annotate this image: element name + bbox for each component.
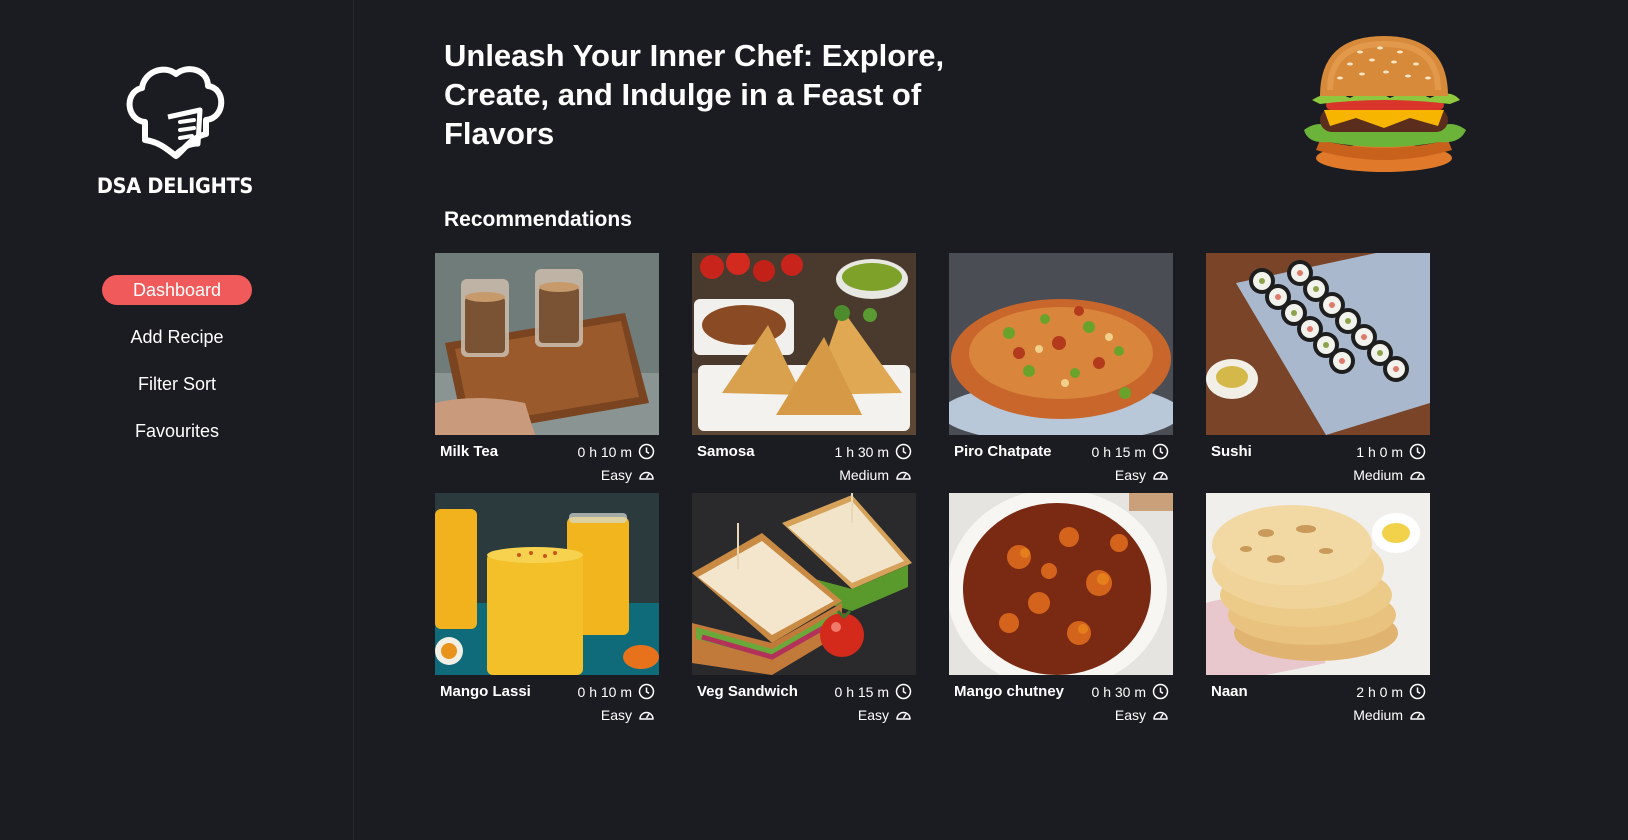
mango-lassi-image (435, 493, 659, 675)
recipe-card-mango-chutney[interactable]: Mango chutney 0 h 30 m Easy (949, 493, 1173, 725)
recipe-difficulty-label: Easy (600, 467, 632, 483)
recipe-difficulty-label: Medium (839, 467, 889, 483)
gauge-icon (896, 711, 911, 720)
clock-icon (895, 683, 912, 700)
recipe-time: 1 h 30 m (835, 443, 912, 460)
clock-icon (1409, 683, 1426, 700)
recipe-name: Naan (1211, 683, 1248, 700)
recipe-difficulty: Medium (1353, 707, 1426, 723)
recipe-time-label: 0 h 10 m (577, 683, 632, 700)
recipe-time-label: 0 h 15 m (834, 683, 889, 700)
brand-name: DSA DELIGHTS (96, 174, 254, 198)
recipe-difficulty: Medium (1353, 467, 1426, 483)
recipe-difficulty: Easy (601, 707, 655, 723)
recommendations-title: Recommendations (444, 208, 632, 231)
clock-icon (638, 683, 655, 700)
recipe-name: Samosa (697, 443, 755, 460)
recipe-card-veg-sandwich[interactable]: Veg Sandwich 0 h 15 m Easy (692, 493, 916, 725)
clock-icon (895, 443, 912, 460)
gauge-icon (639, 471, 654, 480)
chef-hat-icon (126, 66, 225, 159)
recipe-difficulty-label: Easy (1114, 467, 1146, 483)
recipe-difficulty-label: Easy (600, 707, 632, 723)
recipe-card-piro-chatpate[interactable]: Piro Chatpate 0 h 15 m Easy (949, 253, 1173, 485)
mango-chutney-image (949, 493, 1173, 675)
recipe-time-label: 2 h 0 m (1356, 683, 1403, 700)
recipe-time: 0 h 15 m (1092, 443, 1169, 460)
recipe-time: 0 h 10 m (578, 443, 655, 460)
recipe-difficulty: Easy (1115, 707, 1169, 723)
sidebar: DSA DELIGHTS Dashboard Add Recipe Filter… (0, 0, 354, 840)
recipe-time: 1 h 0 m (1356, 443, 1426, 460)
recipe-name: Piro Chatpate (954, 443, 1052, 460)
recipe-card-samosa[interactable]: Samosa 1 h 30 m Medium (692, 253, 916, 485)
recipe-card-milk-tea[interactable]: Milk Tea 0 h 10 m Easy (435, 253, 659, 485)
recipe-difficulty: Medium (839, 467, 912, 483)
veg-sandwich-image (692, 493, 916, 675)
recipe-difficulty-label: Easy (1114, 707, 1146, 723)
gauge-icon (639, 711, 654, 720)
recipe-difficulty-label: Easy (857, 707, 889, 723)
gauge-icon (896, 471, 911, 480)
clock-icon (1409, 443, 1426, 460)
recipe-name: Sushi (1211, 443, 1252, 460)
main-content: Unleash Your Inner Chef: Explore, Create… (354, 0, 1628, 840)
recipe-difficulty: Easy (1115, 467, 1169, 483)
brand-logo[interactable]: DSA DELIGHTS (90, 62, 260, 202)
sidebar-item-filter-sort[interactable]: Filter Sort (102, 369, 252, 399)
recipe-time-label: 1 h 30 m (834, 443, 889, 460)
piro-chatpate-image (949, 253, 1173, 435)
milk-tea-image (435, 253, 659, 435)
naan-image (1206, 493, 1430, 675)
sidebar-nav: Dashboard Add Recipe Filter Sort Favouri… (0, 275, 354, 463)
samosa-image (692, 253, 916, 435)
burger-image (1290, 30, 1478, 175)
recipe-time-label: 0 h 10 m (577, 443, 632, 460)
recipe-card-mango-lassi[interactable]: Mango Lassi 0 h 10 m Easy (435, 493, 659, 725)
gauge-icon (1410, 471, 1425, 480)
clock-icon (1152, 683, 1169, 700)
sidebar-item-add-recipe[interactable]: Add Recipe (102, 322, 252, 352)
recipe-name: Mango Lassi (440, 683, 531, 700)
recipe-time: 0 h 10 m (578, 683, 655, 700)
recipe-time-label: 1 h 0 m (1356, 443, 1403, 460)
clock-icon (638, 443, 655, 460)
recipe-difficulty: Easy (858, 707, 912, 723)
recipe-time: 2 h 0 m (1356, 683, 1426, 700)
gauge-icon (1153, 711, 1168, 720)
recipe-name: Milk Tea (440, 443, 499, 460)
sidebar-item-dashboard[interactable]: Dashboard (102, 275, 252, 305)
recipe-time-label: 0 h 30 m (1091, 683, 1146, 700)
recipe-difficulty-label: Medium (1353, 467, 1403, 483)
sushi-image (1206, 253, 1430, 435)
gauge-icon (1410, 711, 1425, 720)
gauge-icon (1153, 471, 1168, 480)
hero-title: Unleash Your Inner Chef: Explore, Create… (444, 38, 945, 151)
sidebar-item-favourites[interactable]: Favourites (102, 416, 252, 446)
clock-icon (1152, 443, 1169, 460)
recipe-card-sushi[interactable]: Sushi 1 h 0 m Medium (1206, 253, 1430, 485)
recipe-time: 0 h 15 m (835, 683, 912, 700)
recipe-name: Veg Sandwich (697, 683, 798, 700)
recipe-difficulty-label: Medium (1353, 707, 1403, 723)
recipe-time-label: 0 h 15 m (1091, 443, 1146, 460)
recipe-name: Mango chutney (954, 683, 1065, 700)
recipe-time: 0 h 30 m (1092, 683, 1169, 700)
recipe-card-naan[interactable]: Naan 2 h 0 m Medium (1206, 493, 1430, 725)
recipe-difficulty: Easy (601, 467, 655, 483)
